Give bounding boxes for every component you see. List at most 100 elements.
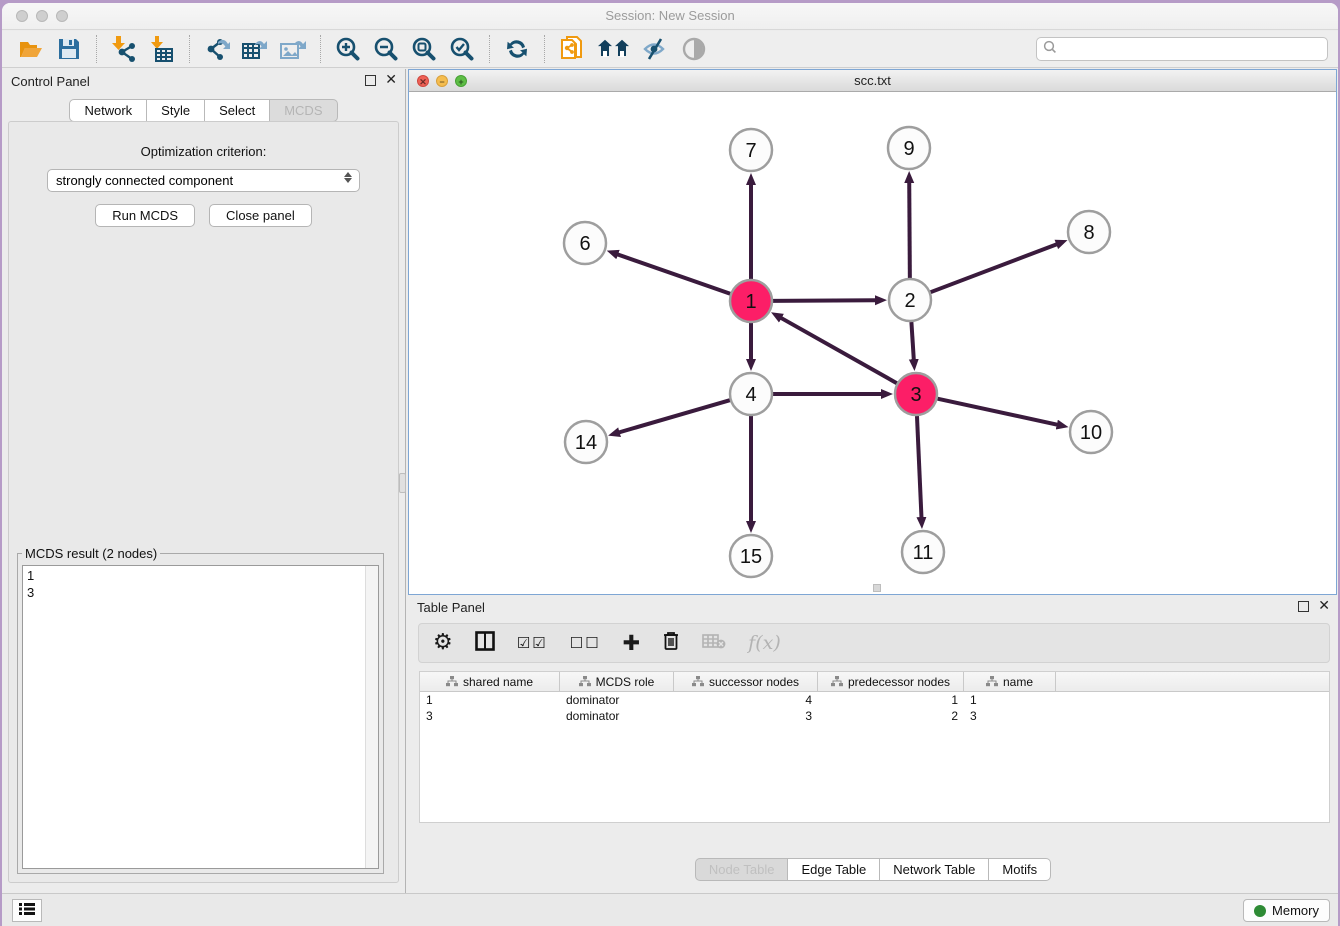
graph-edge-2-3[interactable] <box>911 322 913 360</box>
graph-node-label-4: 4 <box>745 384 756 406</box>
graph-node-label-8: 8 <box>1083 222 1094 244</box>
unselect-all-columns-icon[interactable]: ☐☐ <box>570 633 601 653</box>
function-builder-icon: f(x) <box>748 632 781 654</box>
column-header-shared-name[interactable]: shared name <box>420 672 560 691</box>
graph-edge-3-1[interactable] <box>781 318 897 384</box>
column-label: shared name <box>463 675 533 689</box>
memory-status-icon <box>1254 905 1266 917</box>
column-header-name[interactable]: name <box>964 672 1056 691</box>
run-mcds-button[interactable]: Run MCDS <box>95 204 195 227</box>
close-panel-button[interactable]: Close panel <box>209 204 312 227</box>
table-row[interactable]: 3dominator323 <box>420 708 1329 724</box>
first-neighbors-icon[interactable] <box>596 35 632 63</box>
table-cell[interactable]: 3 <box>674 708 818 724</box>
table-cell[interactable]: 1 <box>818 692 964 708</box>
node-table-header: shared name MCDS role successor nodesprede… <box>420 672 1329 692</box>
toolbar-separator <box>320 35 321 63</box>
control-panel-tabs: NetworkStyleSelectMCDS <box>2 99 405 122</box>
create-column-icon[interactable]: ✚ <box>623 633 641 653</box>
tab-node-table[interactable]: Node Table <box>695 858 789 881</box>
table-cell[interactable]: dominator <box>560 692 674 708</box>
mcds-result-text[interactable]: 1 3 <box>22 565 379 869</box>
column-header-predecessor-nodes[interactable]: predecessor nodes <box>818 672 964 691</box>
graph-edge-4-14[interactable] <box>619 400 730 432</box>
zoom-fit-icon[interactable] <box>410 35 438 63</box>
import-table-icon[interactable] <box>148 35 176 63</box>
search-icon <box>1043 40 1057 59</box>
graph-edge-3-11[interactable] <box>917 416 922 518</box>
close-table-panel-icon[interactable]: ✕ <box>1318 599 1330 614</box>
panel-splitter-handle[interactable] <box>399 473 406 493</box>
export-network-icon[interactable] <box>203 35 231 63</box>
zoom-in-icon[interactable] <box>334 35 362 63</box>
network-canvas[interactable]: 7968124314101511 <box>409 92 1336 594</box>
table-cell[interactable]: 1 <box>420 692 560 708</box>
table-row[interactable]: 1dominator411 <box>420 692 1329 708</box>
memory-button[interactable]: Memory <box>1243 899 1330 922</box>
status-bar: Memory <box>2 893 1338 926</box>
table-panel: Table Panel ✕ ⚙ ☑☑ ☐☐ ✚ f(x) shared name… <box>408 595 1338 893</box>
attribute-type-icon <box>831 676 843 687</box>
graph-edge-1-6[interactable] <box>617 254 730 294</box>
mcds-result-scrollbar[interactable] <box>365 566 378 868</box>
graph-node-label-9: 9 <box>903 138 914 160</box>
delete-column-icon[interactable] <box>662 630 680 656</box>
column-label: MCDS role <box>596 675 655 689</box>
graph-edge-1-2[interactable] <box>773 300 876 301</box>
table-cell[interactable]: 3 <box>420 708 560 724</box>
table-toolbar: ⚙ ☑☑ ☐☐ ✚ f(x) <box>418 623 1330 663</box>
table-cell[interactable]: dominator <box>560 708 674 724</box>
graph-node-label-10: 10 <box>1080 422 1102 444</box>
column-header-successor-nodes[interactable]: successor nodes <box>674 672 818 691</box>
tab-select[interactable]: Select <box>205 99 270 122</box>
tab-network[interactable]: Network <box>69 99 147 122</box>
table-cell[interactable]: 1 <box>964 692 1056 708</box>
export-image-icon[interactable] <box>279 35 307 63</box>
memory-label: Memory <box>1272 903 1319 918</box>
network-window-title-bar: ✕ − + scc.txt <box>409 70 1336 92</box>
graph-node-label-14: 14 <box>575 432 597 454</box>
table-settings-gear-icon[interactable]: ⚙ <box>433 633 453 653</box>
tab-network-table[interactable]: Network Table <box>880 858 989 881</box>
main-toolbar <box>2 31 1338 68</box>
mcds-result-title: MCDS result (2 nodes) <box>22 546 160 561</box>
network-view-window: ✕ − + scc.txt 7968124314101511 <box>408 69 1337 595</box>
select-all-columns-icon[interactable]: ☑☑ <box>517 633 548 653</box>
import-network-icon[interactable] <box>110 35 138 63</box>
table-cell[interactable]: 2 <box>818 708 964 724</box>
graph-edge-2-9[interactable] <box>909 182 910 278</box>
tab-edge-table[interactable]: Edge Table <box>788 858 880 881</box>
table-cell[interactable]: 3 <box>964 708 1056 724</box>
zoom-out-icon[interactable] <box>372 35 400 63</box>
criterion-select[interactable]: strongly connected component <box>47 169 360 192</box>
copy-network-icon[interactable] <box>558 35 586 63</box>
refresh-icon[interactable] <box>503 35 531 63</box>
export-table-icon[interactable] <box>241 35 269 63</box>
attribute-type-icon <box>579 676 591 687</box>
hide-selected-icon[interactable] <box>642 35 670 63</box>
show-column-panel-icon[interactable] <box>475 631 495 656</box>
float-panel-icon[interactable] <box>365 75 376 86</box>
graph-edge-3-10[interactable] <box>937 399 1057 425</box>
float-table-panel-icon[interactable] <box>1298 601 1309 612</box>
graph-edge-2-8[interactable] <box>931 244 1058 292</box>
zoom-selected-icon[interactable] <box>448 35 476 63</box>
search-field[interactable] <box>1036 37 1328 61</box>
canvas-resize-grip[interactable] <box>873 584 881 592</box>
table-cell[interactable]: 4 <box>674 692 818 708</box>
tab-motifs[interactable]: Motifs <box>989 858 1051 881</box>
open-file-icon[interactable] <box>17 35 45 63</box>
search-input[interactable] <box>1061 41 1321 57</box>
app-title-bar: Session: New Session <box>2 3 1338 30</box>
attribute-type-icon <box>446 676 458 687</box>
control-panel-title: Control Panel <box>11 74 90 89</box>
close-panel-icon[interactable]: ✕ <box>385 73 397 88</box>
task-history-button[interactable] <box>12 899 42 922</box>
tab-style[interactable]: Style <box>147 99 205 122</box>
node-table-body: 1dominator4113dominator323 <box>420 692 1329 724</box>
network-graph[interactable]: 7968124314101511 <box>409 92 1338 596</box>
tab-mcds[interactable]: MCDS <box>270 99 337 122</box>
save-session-icon[interactable] <box>55 35 83 63</box>
graph-node-label-6: 6 <box>579 233 590 255</box>
column-header-MCDS-role[interactable]: MCDS role <box>560 672 674 691</box>
